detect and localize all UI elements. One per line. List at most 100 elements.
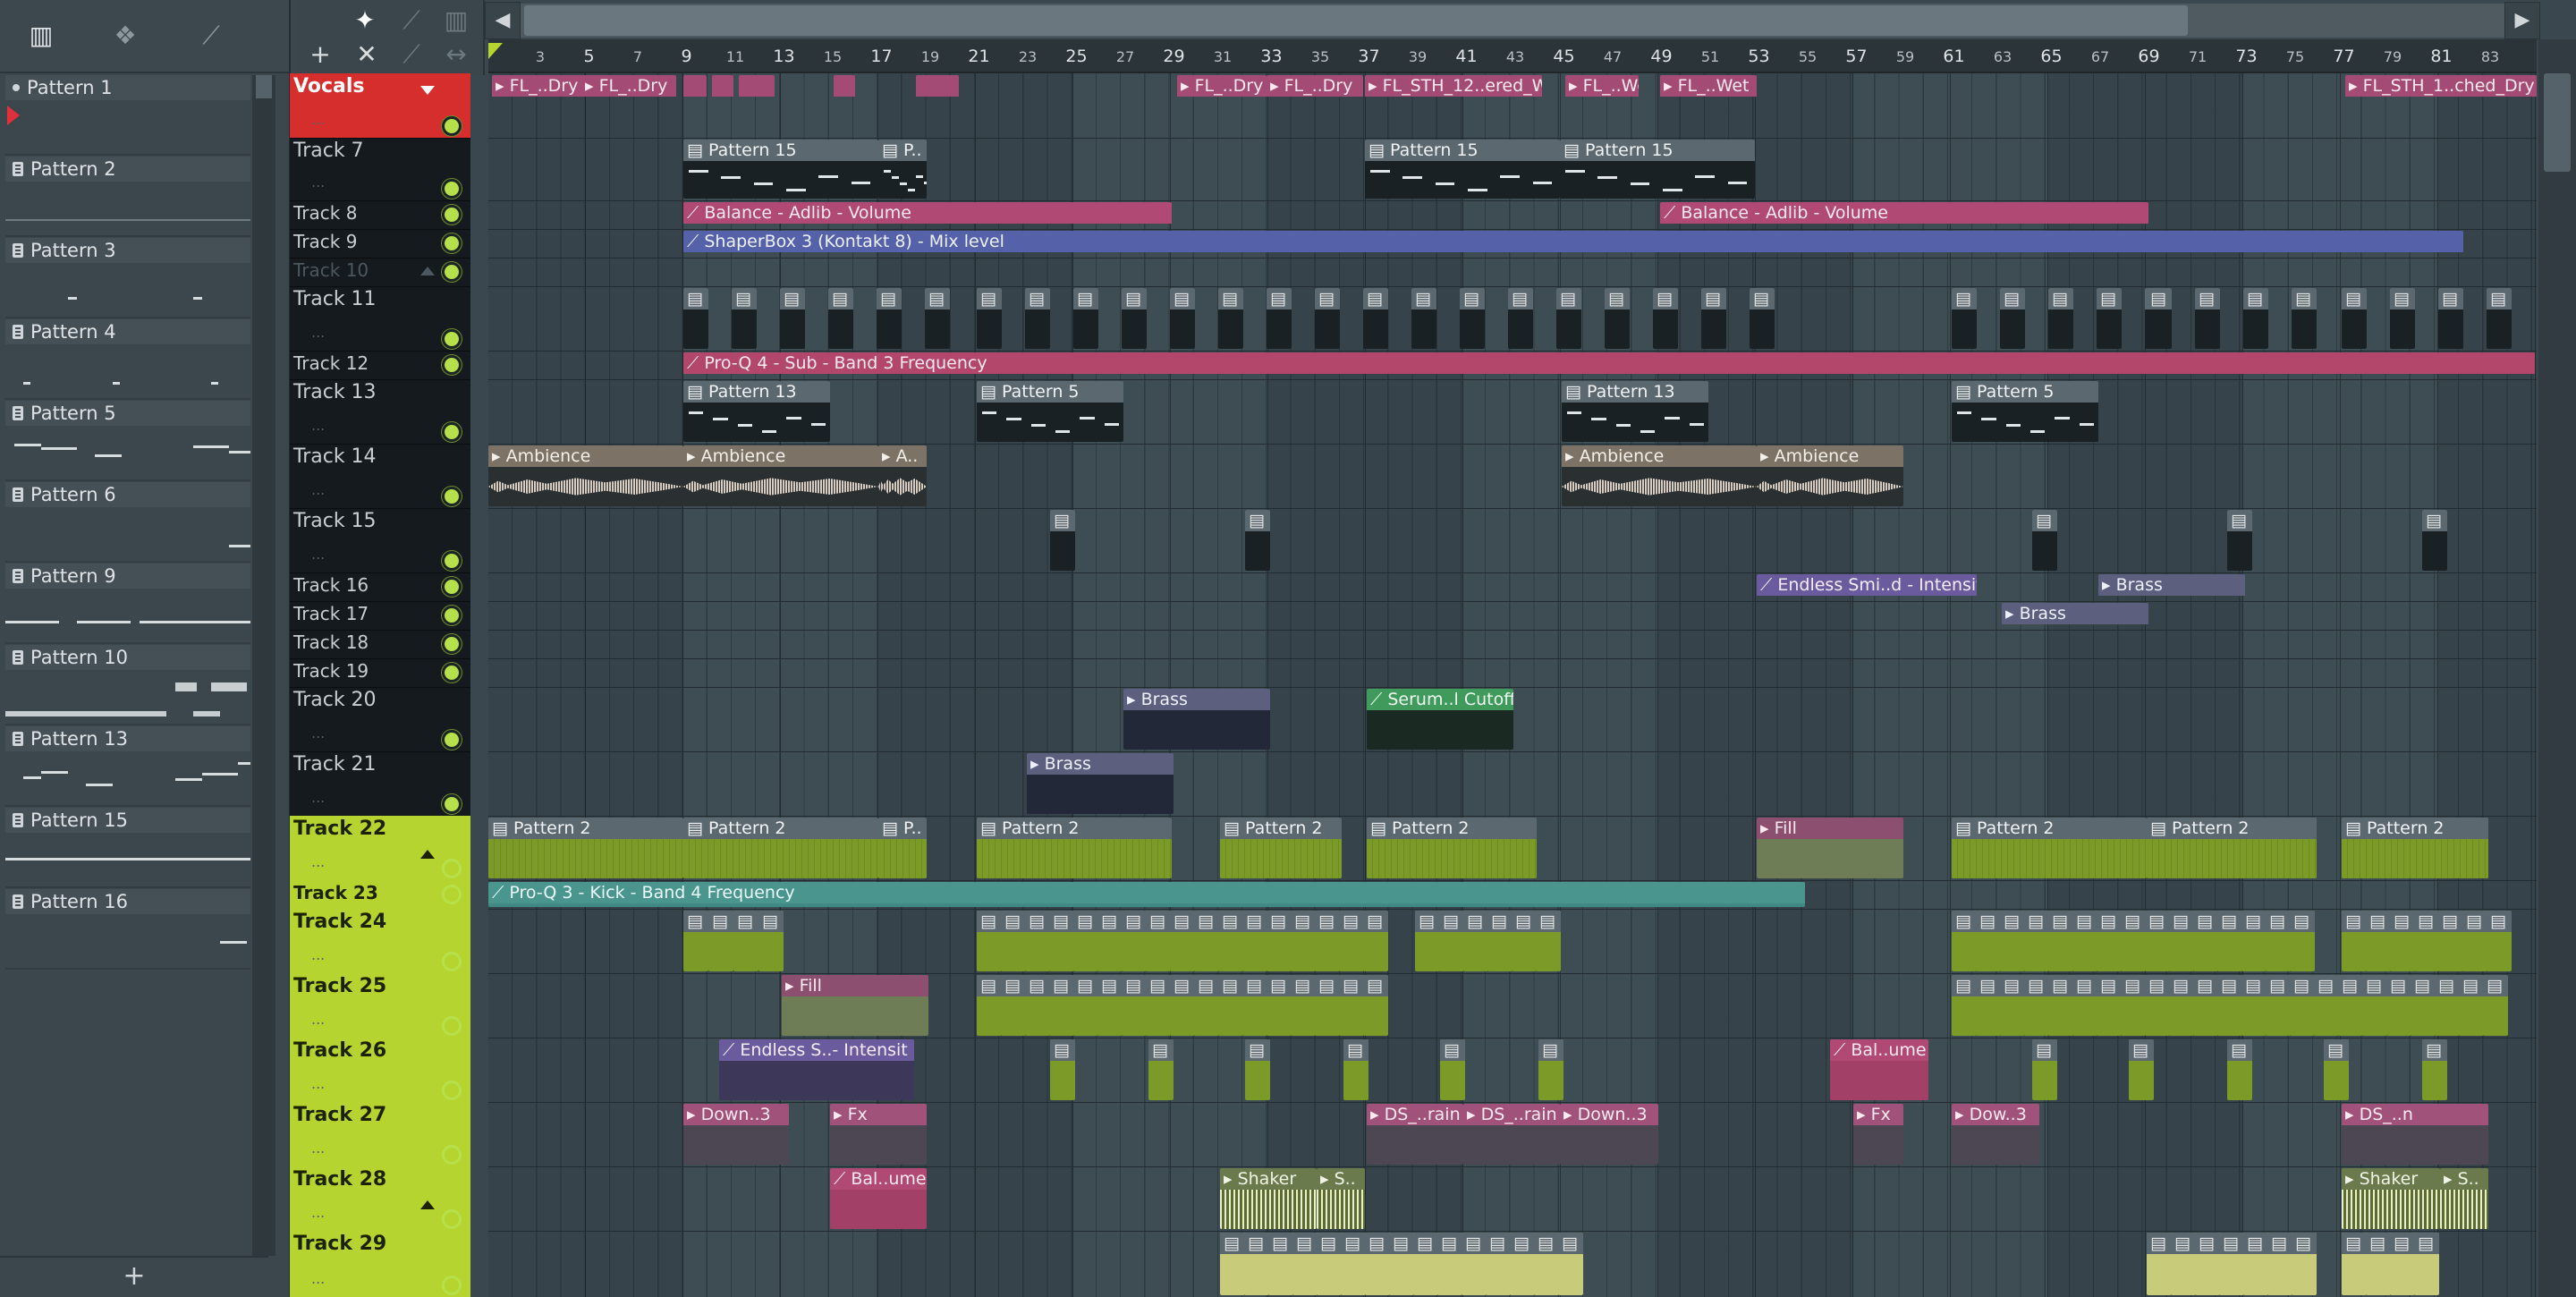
pattern-block[interactable]: ▤ (2338, 975, 2363, 1036)
clip-header[interactable]: ▤ Pattern 2 (683, 818, 878, 839)
clip-header[interactable]: ▤ P.. (878, 818, 927, 839)
track-header[interactable]: Track 13... (290, 379, 470, 445)
pattern-block[interactable]: ▤ (828, 288, 853, 349)
track-header[interactable]: Track 12 (290, 351, 470, 380)
pattern-list-item[interactable]: Pattern 6 (5, 482, 250, 563)
pattern-block[interactable]: ▤ (2314, 975, 2339, 1036)
track-mute-led-icon[interactable] (442, 205, 462, 225)
playlist-clip[interactable]: ▸ Fx (830, 1104, 927, 1165)
playlist-clip[interactable]: ▤ Pattern 5 (1952, 381, 2098, 442)
clip-header[interactable]: ▸ Brass (1123, 689, 1270, 710)
pattern-block[interactable]: ▤ (1508, 288, 1533, 349)
track-mute-led-icon[interactable] (442, 262, 462, 282)
pattern-block[interactable]: ▤ (1218, 911, 1243, 971)
pattern-block[interactable]: ▤ (877, 288, 902, 349)
clip-header[interactable] (683, 75, 707, 97)
track-mute-led-icon[interactable] (442, 1276, 462, 1295)
pattern-list-item[interactable]: Pattern 4 (5, 319, 250, 400)
picker-scrollbar[interactable] (252, 75, 275, 1256)
pattern-list-item[interactable]: Pattern 15 (5, 808, 250, 888)
playlist-clip[interactable]: ▤ Pattern 15 (683, 140, 878, 199)
clip-header[interactable]: ▤ Pattern 2 (488, 818, 683, 839)
clip-header[interactable]: ▸ S.. (1317, 1168, 1365, 1190)
clip-header[interactable]: ▸ Brass (2002, 603, 2148, 624)
pattern-block[interactable]: ▤ (1463, 911, 1488, 971)
playlist-clip[interactable]: ▸ Brass (1123, 689, 1270, 750)
pattern-block[interactable]: ▤ (1148, 1039, 1174, 1100)
pattern-block[interactable]: ▤ (1510, 1233, 1535, 1295)
clip-header[interactable]: ⟋ Bal..ume (830, 1168, 927, 1190)
clip-header[interactable]: ▸ Down..3 (1560, 1104, 1658, 1125)
pattern-block[interactable]: ▤ (1411, 288, 1436, 349)
track-header[interactable]: Track 28... (290, 1166, 470, 1232)
playlist-clip[interactable]: ▸ DS_..rain (1367, 1104, 1463, 1165)
track-menu-icon[interactable]: ... (311, 417, 325, 434)
pattern-block[interactable]: ▤ (1291, 911, 1316, 971)
pattern-block[interactable]: ▤ (1605, 288, 1630, 349)
clip-header[interactable]: ▸ Fill (1757, 818, 1903, 839)
scroll-right-arrow-icon[interactable]: ▶ (2504, 2, 2540, 39)
pattern-block[interactable]: ▤ (2048, 911, 2073, 971)
clip-header[interactable]: ▤ P.. (878, 140, 927, 161)
pattern-list-item-header[interactable]: Pattern 3 (5, 238, 250, 263)
clip-header[interactable]: ▤ Pattern 5 (1952, 381, 2098, 403)
pattern-block[interactable]: ▤ (2487, 911, 2512, 971)
pattern-block[interactable]: ▤ (1001, 975, 1026, 1036)
pattern-block[interactable]: ▤ (1073, 975, 1098, 1036)
pattern-block[interactable]: ▤ (1315, 288, 1340, 349)
playlist-clip[interactable]: ▸ Shaker (1220, 1168, 1317, 1229)
clip-header[interactable] (739, 75, 775, 97)
track-header[interactable]: Track 8 (290, 200, 470, 230)
playlist-clip[interactable]: ⟋ Pro-Q 4 - Sub - Band 3 Frequency (683, 352, 2535, 377)
clip-header[interactable] (834, 75, 855, 97)
pattern-block[interactable]: ▤ (2072, 911, 2097, 971)
pattern-block[interactable]: ▤ (2193, 975, 2218, 1036)
playlist-clip[interactable]: ▤ Pattern 15 (1560, 140, 1755, 199)
pattern-block[interactable]: ▤ (1025, 911, 1050, 971)
clip-header[interactable]: ▸ Ambience (1757, 445, 1903, 467)
track-header[interactable]: Track 18 (290, 630, 470, 659)
track-mute-led-icon[interactable] (442, 859, 462, 878)
pattern-list-item-header[interactable]: Pattern 15 (5, 808, 250, 833)
pattern-block[interactable]: ▤ (2097, 288, 2122, 349)
pattern-block[interactable]: ▤ (1486, 1233, 1511, 1295)
track-mute-led-icon[interactable] (442, 1081, 462, 1100)
pattern-block[interactable]: ▤ (2438, 288, 2463, 349)
clip-header[interactable]: ▸ FL_..Dry (1177, 75, 1267, 97)
clip-header[interactable]: ⟋ Pro-Q 3 - Kick - Band 4 Frequency (488, 882, 1805, 903)
clip-header[interactable]: ▸ Ambience (1562, 445, 1757, 467)
pattern-block[interactable]: ▤ (1245, 1039, 1270, 1100)
pattern-block[interactable]: ▤ (1460, 288, 1485, 349)
playlist-clip[interactable]: ▤ Pattern 15 (1365, 140, 1560, 199)
playlist-clip[interactable]: ▸ Brass (2098, 574, 2245, 599)
pattern-block[interactable]: ▤ (1242, 911, 1267, 971)
track-mute-led-icon[interactable] (442, 1145, 462, 1165)
pattern-block[interactable]: ▤ (1415, 911, 1440, 971)
pattern-block[interactable]: ▤ (1194, 911, 1219, 971)
piano-roll-icon[interactable]: ▥ (25, 20, 57, 52)
playlist-clip[interactable]: ▸ FL_..Dry (492, 75, 585, 136)
track-header[interactable]: Track 24... (290, 909, 470, 974)
pattern-block[interactable]: ▤ (1267, 911, 1292, 971)
pattern-block[interactable]: ▤ (2121, 911, 2146, 971)
track-mute-led-icon[interactable] (442, 116, 462, 136)
track-header[interactable]: Track 19 (290, 658, 470, 688)
track-mute-led-icon[interactable] (442, 952, 462, 971)
pattern-block[interactable]: ▤ (1267, 975, 1292, 1036)
clip-header[interactable] (712, 75, 733, 97)
track-header[interactable]: Track 20... (290, 687, 470, 752)
playlist-clip[interactable] (916, 75, 959, 136)
playlist-clip[interactable]: ▤ Pattern 5 (977, 381, 1123, 442)
track-mute-led-icon[interactable] (442, 1209, 462, 1229)
pattern-block[interactable]: ▤ (1439, 911, 1464, 971)
track-header[interactable]: Track 22... (290, 816, 470, 881)
pattern-block[interactable]: ▤ (1339, 911, 1364, 971)
pattern-block[interactable]: ▤ (2217, 975, 2242, 1036)
pattern-block[interactable]: ▤ (2227, 1039, 2252, 1100)
pattern-block[interactable]: ▤ (2390, 288, 2415, 349)
track-header[interactable]: Track 21... (290, 751, 470, 817)
clip-header[interactable]: ▸ DS_..rain (1463, 1104, 1560, 1125)
pattern-block[interactable]: ▤ (1341, 1233, 1366, 1295)
pattern-list-item-header[interactable]: Pattern 4 (5, 319, 250, 344)
pattern-block[interactable]: ▤ (2414, 911, 2439, 971)
